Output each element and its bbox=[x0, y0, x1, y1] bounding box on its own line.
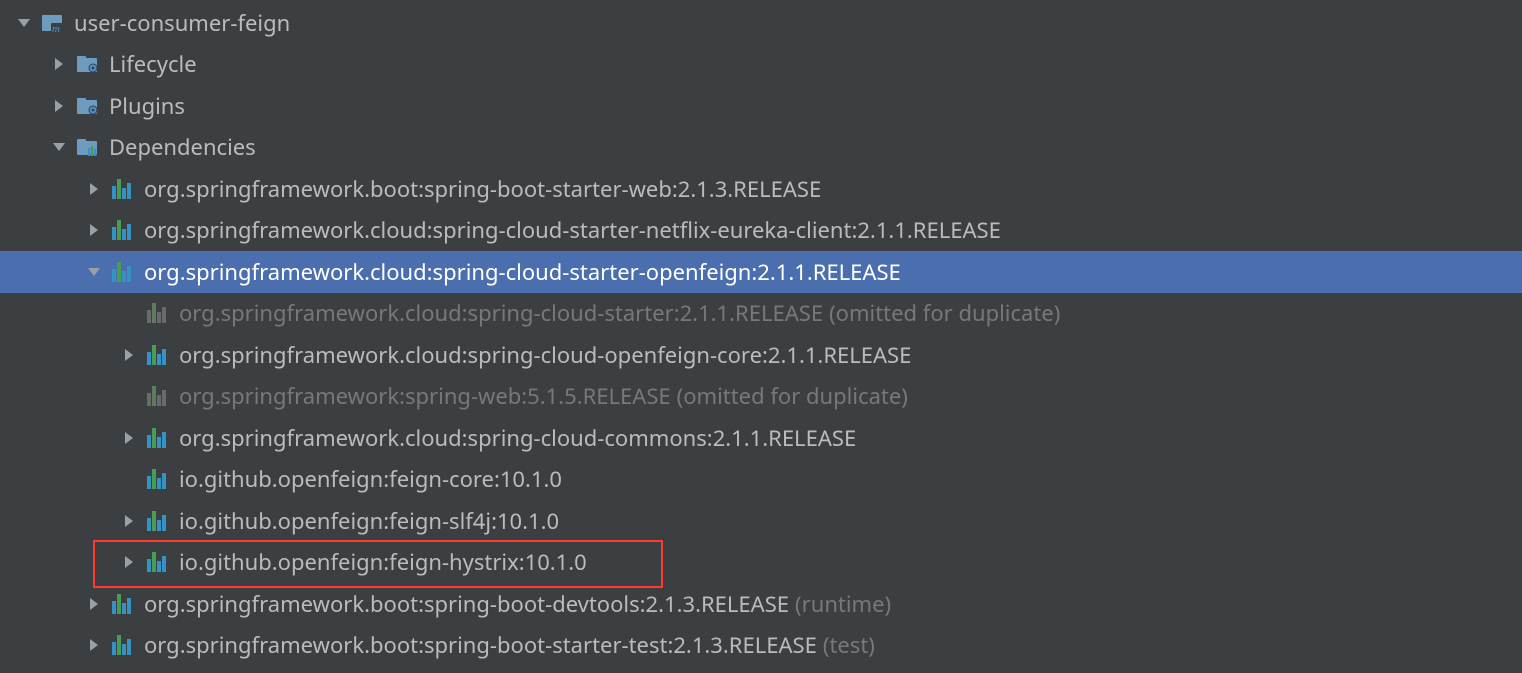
tree-node-label: org.springframework.cloud:spring-cloud-o… bbox=[179, 340, 911, 370]
tree-row[interactable]: Dependencies bbox=[0, 127, 1522, 169]
tree-node-label: org.springframework.boot:spring-boot-dev… bbox=[144, 589, 789, 619]
maven-module-icon bbox=[40, 12, 64, 34]
tree-node-label: org.springframework.cloud:spring-cloud-s… bbox=[144, 215, 1001, 245]
folder-gear-icon bbox=[75, 53, 99, 75]
library-icon bbox=[145, 468, 169, 490]
library-icon bbox=[145, 344, 169, 366]
expand-arrow-icon[interactable] bbox=[49, 99, 69, 113]
library-icon bbox=[145, 551, 169, 573]
folder-dependencies-icon bbox=[75, 136, 99, 158]
expand-arrow-icon[interactable] bbox=[119, 555, 139, 569]
tree-node-suffix: (omitted for duplicate) bbox=[677, 381, 908, 411]
expand-arrow-icon[interactable] bbox=[84, 182, 104, 196]
tree-row[interactable]: org.springframework.cloud:spring-cloud-s… bbox=[0, 251, 1522, 293]
expand-arrow-icon[interactable] bbox=[49, 57, 69, 71]
collapse-arrow-icon[interactable] bbox=[14, 16, 34, 30]
tree-row[interactable]: io.github.openfeign:feign-hystrix:10.1.0 bbox=[0, 542, 1522, 584]
library-icon bbox=[145, 302, 169, 324]
tree-row[interactable]: org.springframework.boot:spring-boot-sta… bbox=[0, 625, 1522, 667]
tree-node-suffix: (omitted for duplicate) bbox=[829, 298, 1060, 328]
expand-arrow-icon[interactable] bbox=[84, 223, 104, 237]
folder-gear-icon bbox=[75, 95, 99, 117]
expand-arrow-icon[interactable] bbox=[119, 348, 139, 362]
tree-node-label: org.springframework.cloud:spring-cloud-c… bbox=[179, 423, 856, 453]
tree-node-label: org.springframework.boot:spring-boot-sta… bbox=[144, 174, 821, 204]
library-icon bbox=[110, 261, 134, 283]
collapse-arrow-icon[interactable] bbox=[84, 265, 104, 279]
tree-row[interactable]: org.springframework.cloud:spring-cloud-s… bbox=[0, 293, 1522, 335]
tree-row[interactable]: org.springframework.cloud:spring-cloud-c… bbox=[0, 417, 1522, 459]
tree-row[interactable]: org.springframework.boot:spring-boot-dev… bbox=[0, 583, 1522, 625]
expand-arrow-icon[interactable] bbox=[119, 431, 139, 445]
dependency-tree: user-consumer-feign Lifecycle Plugins Depen… bbox=[0, 0, 1522, 666]
tree-node-label: org.springframework.cloud:spring-cloud-s… bbox=[144, 257, 901, 287]
tree-row[interactable]: io.github.openfeign:feign-core:10.1.0 bbox=[0, 459, 1522, 501]
tree-node-label: Dependencies bbox=[109, 132, 256, 162]
tree-node-label: org.springframework.cloud:spring-cloud-s… bbox=[179, 298, 823, 328]
library-icon bbox=[110, 219, 134, 241]
tree-row[interactable]: org.springframework.cloud:spring-cloud-s… bbox=[0, 210, 1522, 252]
tree-node-label: org.springframework.boot:spring-boot-sta… bbox=[144, 630, 817, 660]
library-icon bbox=[145, 427, 169, 449]
tree-node-label: io.github.openfeign:feign-slf4j:10.1.0 bbox=[179, 506, 559, 536]
tree-node-label: org.springframework:spring-web:5.1.5.REL… bbox=[179, 381, 671, 411]
library-icon bbox=[110, 634, 134, 656]
library-icon bbox=[145, 385, 169, 407]
tree-node-label: io.github.openfeign:feign-hystrix:10.1.0 bbox=[179, 547, 587, 577]
expand-arrow-icon[interactable] bbox=[84, 597, 104, 611]
library-icon bbox=[145, 510, 169, 532]
tree-node-label: io.github.openfeign:feign-core:10.1.0 bbox=[179, 464, 562, 494]
tree-row[interactable]: Lifecycle bbox=[0, 44, 1522, 86]
expand-arrow-icon[interactable] bbox=[84, 638, 104, 652]
tree-row[interactable]: org.springframework:spring-web:5.1.5.REL… bbox=[0, 376, 1522, 418]
tree-row[interactable]: user-consumer-feign bbox=[0, 2, 1522, 44]
library-icon bbox=[110, 593, 134, 615]
tree-node-suffix: (test) bbox=[823, 630, 875, 660]
expand-arrow-icon[interactable] bbox=[119, 514, 139, 528]
tree-node-label: user-consumer-feign bbox=[74, 8, 290, 38]
collapse-arrow-icon[interactable] bbox=[49, 140, 69, 154]
tree-node-label: Lifecycle bbox=[109, 49, 197, 79]
tree-row[interactable]: org.springframework.cloud:spring-cloud-o… bbox=[0, 334, 1522, 376]
tree-row[interactable]: org.springframework.boot:spring-boot-sta… bbox=[0, 168, 1522, 210]
tree-node-suffix: (runtime) bbox=[795, 589, 891, 619]
tree-row[interactable]: Plugins bbox=[0, 85, 1522, 127]
tree-row[interactable]: io.github.openfeign:feign-slf4j:10.1.0 bbox=[0, 500, 1522, 542]
library-icon bbox=[110, 178, 134, 200]
tree-node-label: Plugins bbox=[109, 91, 185, 121]
